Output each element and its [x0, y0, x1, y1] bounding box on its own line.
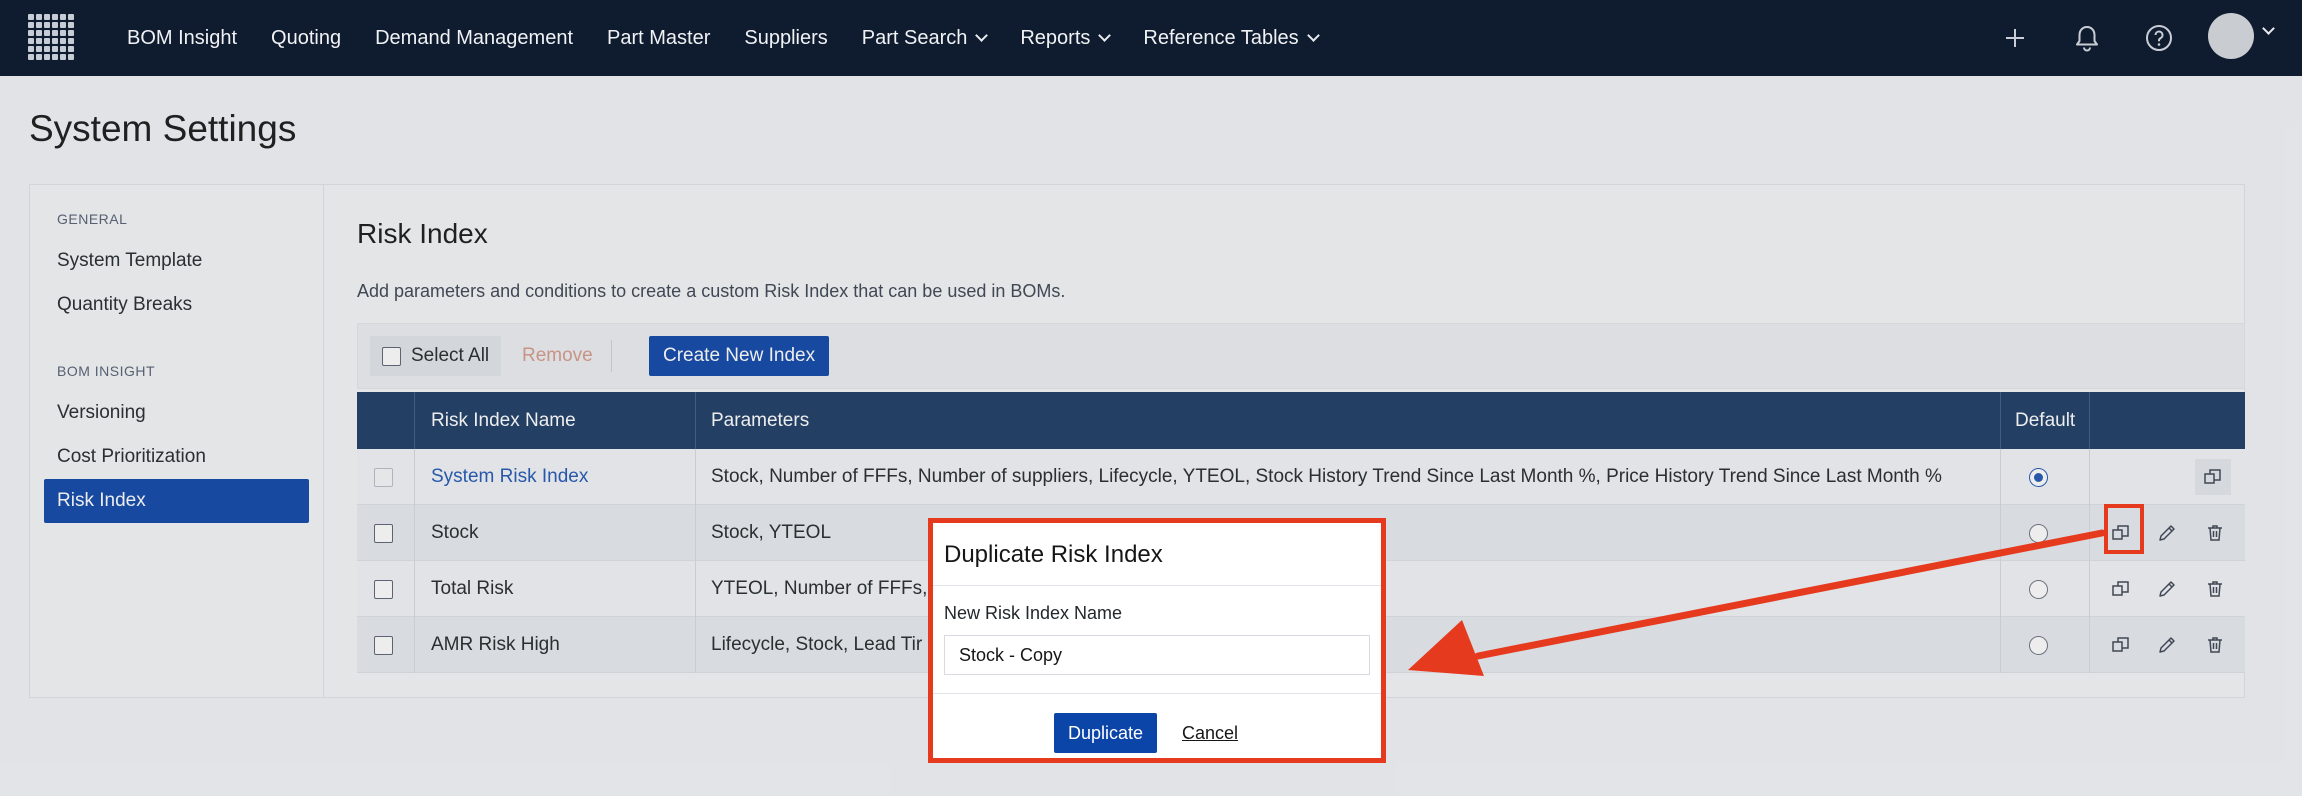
- nav-quoting[interactable]: Quoting: [254, 27, 358, 50]
- dialog-divider: [933, 693, 1381, 694]
- nav-part-search[interactable]: Part Search: [845, 27, 1004, 50]
- top-navigation: BOM Insight Quoting Demand Management Pa…: [0, 0, 2302, 76]
- nav-suppliers[interactable]: Suppliers: [727, 27, 844, 50]
- dialog-divider: [933, 585, 1381, 586]
- duplicate-button[interactable]: Duplicate: [1054, 713, 1158, 753]
- chevron-down-icon: [1098, 29, 1112, 42]
- nav-reports[interactable]: Reports: [1003, 27, 1126, 50]
- nav-reference-tables[interactable]: Reference Tables: [1126, 27, 1334, 50]
- nav-demand-management[interactable]: Demand Management: [358, 27, 590, 50]
- chevron-down-icon: [1306, 29, 1320, 42]
- avatar[interactable]: [2208, 13, 2254, 59]
- new-name-label: New Risk Index Name: [944, 603, 1123, 623]
- main-menu: BOM Insight Quoting Demand Management Pa…: [110, 0, 1335, 76]
- nav-bom-insight[interactable]: BOM Insight: [110, 27, 254, 50]
- annotation-highlight-box: [2104, 504, 2144, 554]
- duplicate-risk-index-dialog: Duplicate Risk Index New Risk Index Name…: [928, 518, 1386, 763]
- bell-icon[interactable]: [2068, 19, 2106, 57]
- plus-icon[interactable]: [1996, 19, 2034, 57]
- cancel-link[interactable]: Cancel: [1182, 723, 1238, 744]
- help-icon[interactable]: [2140, 19, 2178, 57]
- new-name-input[interactable]: Stock - Copy: [944, 635, 1370, 675]
- chevron-down-icon[interactable]: [2262, 22, 2275, 35]
- apps-grid-icon[interactable]: [28, 14, 74, 60]
- dialog-title: Duplicate Risk Index: [944, 541, 1163, 568]
- chevron-down-icon: [975, 29, 989, 42]
- nav-part-master[interactable]: Part Master: [590, 27, 727, 50]
